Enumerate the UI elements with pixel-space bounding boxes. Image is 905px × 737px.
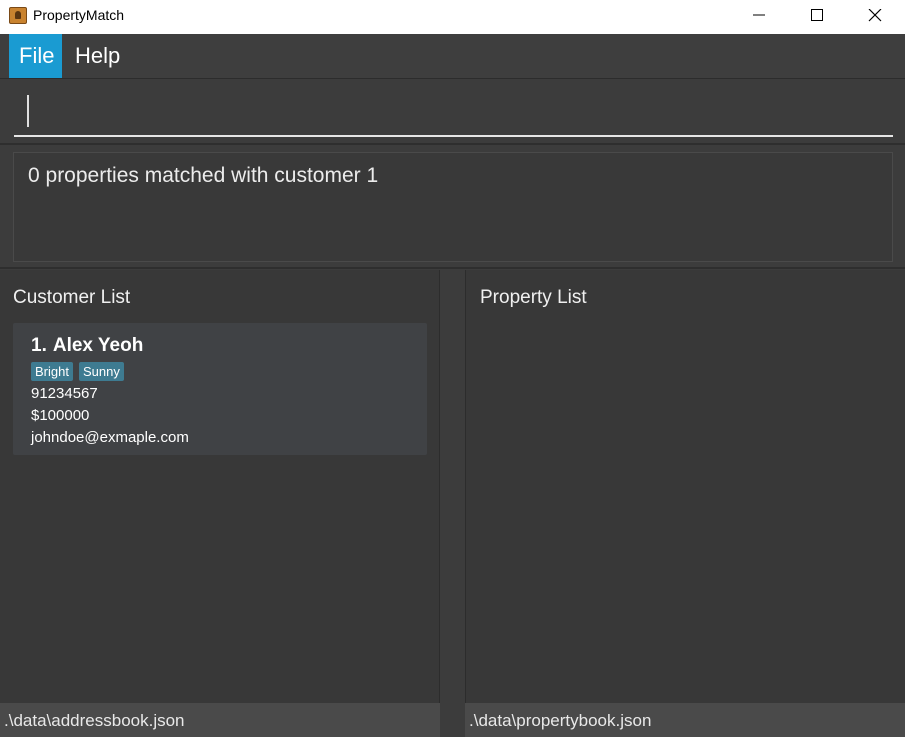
menu-file[interactable]: File [9,34,62,78]
panel-divider [440,270,465,737]
customer-index: 1. [31,335,47,356]
close-icon [868,9,882,22]
maximize-icon [811,9,823,21]
menu-help[interactable]: Help [65,34,130,78]
text-caret [27,95,29,127]
result-display-area: 0 properties matched with customer 1 [0,145,905,269]
property-list-title: Property List [480,287,587,308]
command-area [0,79,905,145]
customer-card[interactable]: 1. Alex Yeoh Bright Sunny 91234567 $100000… [13,323,427,455]
result-text: 0 properties matched with customer 1 [28,164,379,187]
tag-badge: Sunny [78,362,124,381]
maximize-button[interactable] [789,0,847,34]
menu-bar: File Help [0,34,905,79]
customer-budget: $100000 [31,407,90,424]
customer-list-title: Customer List [13,287,131,308]
property-list-panel: Property List [465,270,905,703]
customer-name-row: 1. Alex Yeoh [31,335,143,357]
command-input[interactable] [14,91,893,137]
result-display: 0 properties matched with customer 1 [13,152,893,262]
minimize-button[interactable] [731,0,789,34]
customer-phone: 91234567 [31,385,98,402]
customer-tags: Bright Sunny [31,362,130,381]
window-title: PropertyMatch [33,7,125,23]
customer-name: Alex Yeoh [52,335,144,356]
tag-badge: Bright [31,362,73,381]
status-bar-property-file: .\data\propertybook.json [465,703,905,737]
title-bar: PropertyMatch [0,0,905,34]
close-button[interactable] [847,0,905,34]
status-bar-customer-file: .\data\addressbook.json [0,703,440,737]
customer-email: johndoe@exmaple.com [31,429,189,446]
app-contact-icon [9,7,27,24]
minimize-icon [753,14,765,16]
customer-list-panel: Customer List 1. Alex Yeoh Bright Sunny 91… [0,270,440,703]
